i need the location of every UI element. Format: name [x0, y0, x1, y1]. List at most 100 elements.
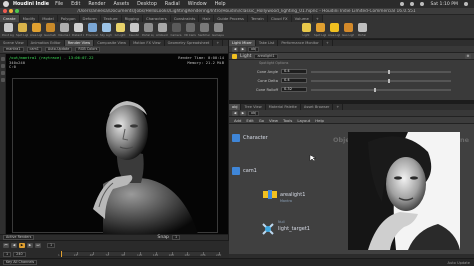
shelf-tab-texture[interactable]: Texture [100, 15, 122, 22]
renderer-select[interactable]: mantra1 [3, 47, 24, 52]
key-mode-select[interactable]: Key All Channels [3, 260, 38, 265]
shelf-tool-vr-camera[interactable]: VR Camera [184, 23, 196, 37]
timeline-playhead[interactable] [61, 251, 62, 257]
camera-select[interactable]: cam1 [26, 47, 42, 52]
menu-assets[interactable]: Assets [113, 2, 129, 7]
node-character[interactable]: Character [232, 134, 268, 142]
shelf-tool-geo-light[interactable]: Geo Light [342, 23, 354, 37]
render-mode-toggle[interactable]: Auto-Update [44, 47, 73, 52]
app-menu-name[interactable]: Houdini Indie [13, 2, 49, 7]
node-name-field[interactable]: arealight1 [254, 53, 278, 59]
network-menu-go[interactable]: Go [259, 118, 264, 123]
shelf-tool-portal-light[interactable]: Portal Light [142, 23, 154, 37]
shelf-tab-rigging[interactable]: Rigging [121, 15, 143, 22]
shelf-tool-spot-light[interactable]: Spot Light [16, 23, 28, 37]
range-start-field[interactable]: 1 [3, 252, 12, 257]
cone-delta-field[interactable]: 0.4 [281, 78, 307, 83]
step-forward-icon[interactable]: ▶ [27, 243, 33, 248]
network-path-field[interactable]: obj [248, 110, 260, 116]
shelf-tab-constraints[interactable]: Constraints [170, 15, 200, 22]
go-to-start-icon[interactable]: ⏮ [3, 243, 9, 248]
shelf-tool-point-light[interactable]: Point Light [2, 23, 14, 37]
shelf-tool-caustic[interactable]: Caustic [128, 23, 140, 37]
close-window-button[interactable] [3, 9, 7, 13]
current-frame-field[interactable]: 1 [47, 243, 56, 248]
back-icon[interactable]: ◀ [232, 46, 238, 52]
cone-delta-knob[interactable] [388, 78, 390, 83]
pause-icon[interactable] [1, 64, 5, 68]
shelf-tool-volume-light[interactable]: Volume Light [58, 23, 70, 37]
range-end-field[interactable]: 240 [13, 252, 26, 257]
shelf-tab-guide-process[interactable]: Guide Process [214, 15, 248, 22]
shelf-tool-switcher[interactable]: Switcher [198, 23, 210, 37]
apple-icon[interactable] [3, 1, 9, 7]
play-button[interactable]: ▶ [19, 243, 25, 248]
shelf-tab-volume[interactable]: Volume [291, 15, 313, 22]
shelf-tab--[interactable]: + [312, 15, 323, 22]
render-icon[interactable] [1, 57, 5, 61]
shelf-tab-polygon[interactable]: Polygon [57, 15, 80, 22]
shelf-tool-geometry-light[interactable]: Geometry Light [44, 23, 56, 37]
timeline[interactable]: 1 24 48 72 96 120 144 168 192 216 240 [58, 251, 221, 257]
cone-rolloff-field[interactable]: 0.32 [281, 87, 307, 92]
shelf-tab-terrain[interactable]: Terrain [247, 15, 268, 22]
menubar-clock[interactable]: Sat 1:10 PM [430, 2, 458, 7]
shelf-tool-gi-light[interactable]: GI Light [114, 23, 126, 37]
wifi-icon[interactable] [400, 2, 405, 6]
shelf-tool-distant-light[interactable]: Distant Light [72, 23, 84, 37]
shelf-tool-area-light[interactable]: Area Light [30, 23, 42, 37]
shelf-tab-hair[interactable]: Hair [199, 15, 215, 22]
battery-icon[interactable] [420, 2, 425, 6]
menu-render[interactable]: Render [88, 2, 105, 7]
network-menu-help[interactable]: Help [315, 118, 324, 123]
go-to-end-icon[interactable]: ⏭ [35, 243, 41, 248]
shelf-tab-deform[interactable]: Deform [79, 15, 101, 22]
menu-help[interactable]: Help [215, 2, 226, 7]
cone-angle-slider[interactable] [311, 69, 451, 74]
shelf-tool-gamepad-cam[interactable]: Gamepad Cam [212, 23, 224, 37]
shelf-tab-modify[interactable]: Modify [19, 15, 40, 22]
shelf-tool-spot-light[interactable]: Spot Light [314, 23, 326, 37]
cone-rolloff-knob[interactable] [374, 87, 376, 92]
network-forward-icon[interactable]: ▶ [240, 110, 246, 116]
snapshot-icon[interactable] [1, 71, 5, 75]
shelf-tab-model[interactable]: Model [39, 15, 58, 22]
cone-angle-knob[interactable] [388, 69, 390, 74]
render-view[interactable]: /out/mantra1 (raytrace) - 13:06:07.22 34… [6, 54, 228, 234]
menu-radial[interactable]: Radial [165, 2, 180, 7]
network-menu-layout[interactable]: Layout [297, 118, 310, 123]
cone-angle-field[interactable]: 0.4 [281, 69, 307, 74]
menu-desktop[interactable]: Desktop [137, 2, 157, 7]
shelf-tool-light[interactable]: Light [300, 23, 312, 37]
shelf-tool-area-light[interactable]: Area Light [328, 23, 340, 37]
network-menu-view[interactable]: View [269, 118, 278, 123]
volume-icon[interactable] [410, 2, 415, 6]
node-cam1[interactable]: cam1 [232, 167, 257, 175]
region-icon[interactable] [1, 78, 5, 82]
menu-window[interactable]: Window [188, 2, 207, 7]
menu-file[interactable]: File [55, 2, 63, 7]
minimize-window-button[interactable] [9, 9, 13, 13]
shelf-tab-cloud-fx[interactable]: Cloud FX [267, 15, 292, 22]
param-path-field[interactable]: obj [248, 46, 260, 52]
shelf-tab-characters[interactable]: Characters [142, 15, 171, 22]
color-mode-select[interactable]: RGB Colors [75, 47, 101, 52]
shelf-tab-create[interactable]: Create [0, 15, 20, 22]
gear-icon[interactable]: ⚙ [465, 53, 471, 59]
shelf-tool-ambient-light[interactable]: Ambient Light [156, 23, 168, 37]
auto-update-toggle[interactable]: Auto Update [447, 261, 470, 265]
shelf-tool-portal[interactable]: Portal [356, 23, 368, 37]
network-back-icon[interactable]: ◀ [232, 110, 238, 116]
step-back-icon[interactable]: ◀ [11, 243, 17, 248]
cone-rolloff-slider[interactable] [311, 87, 451, 92]
node-light-target1[interactable]: light_target1 [261, 222, 310, 236]
menu-edit[interactable]: Edit [71, 2, 80, 7]
shelf-tool-camera[interactable]: Camera [170, 23, 182, 37]
network-menu-add[interactable]: Add [234, 118, 241, 123]
network-menu-tools[interactable]: Tools [283, 118, 292, 123]
cone-delta-slider[interactable] [311, 78, 451, 83]
forward-icon[interactable]: ▶ [240, 46, 246, 52]
network-menu-edit[interactable]: Edit [246, 118, 253, 123]
shelf-tool-sky-light[interactable]: Sky Light [100, 23, 112, 37]
node-arealight1[interactable]: arealight1 [263, 190, 305, 199]
